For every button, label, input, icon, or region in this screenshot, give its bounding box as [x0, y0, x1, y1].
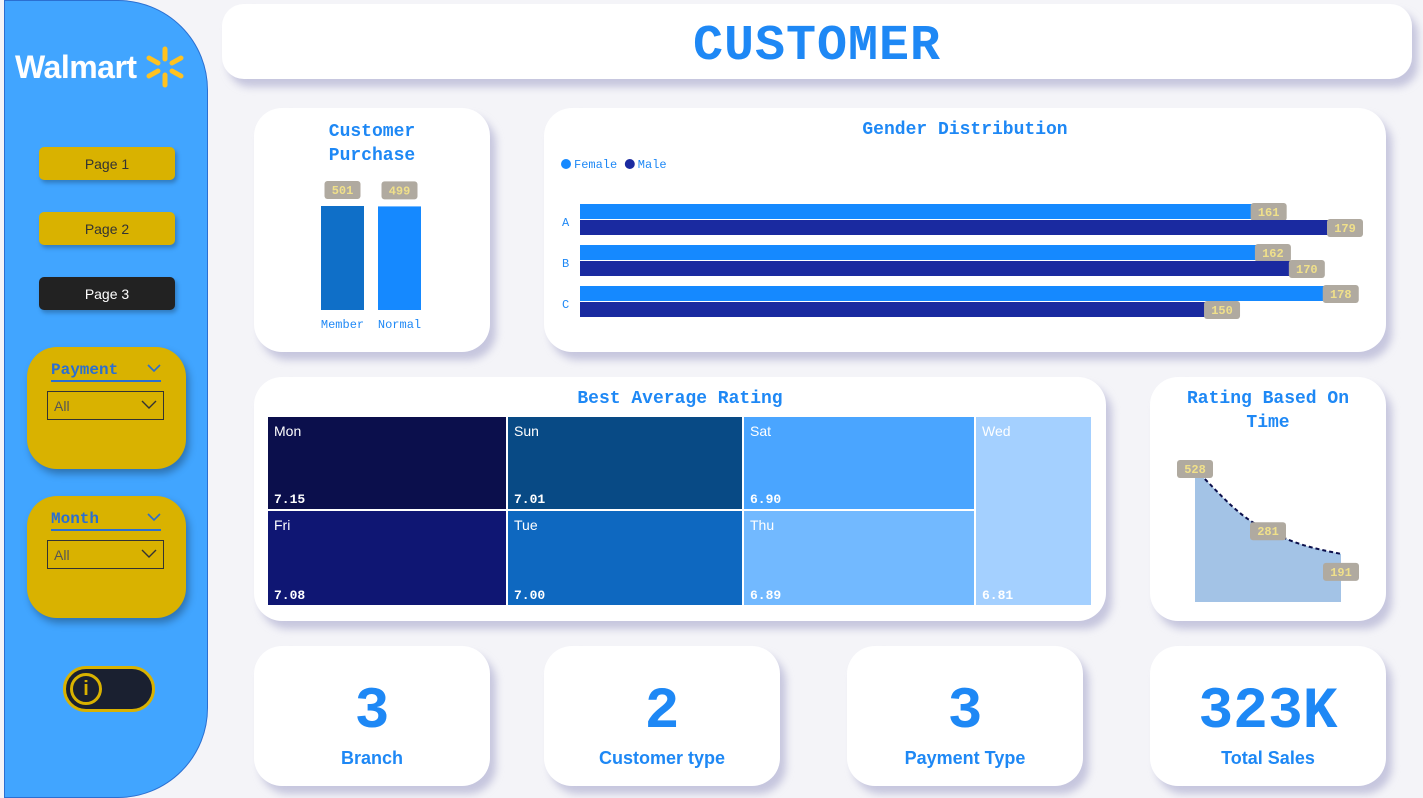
walmart-logo: Walmart	[15, 45, 187, 89]
tile-value-mon: 7.15	[274, 492, 306, 507]
data-label-normal: 499	[389, 184, 411, 198]
tile-value-sun: 7.01	[514, 492, 546, 507]
kpi-payment-type-card: 3 Payment Type	[847, 646, 1083, 786]
tile-sat: Sat 6.90	[744, 417, 974, 509]
kpi-total-sales-value: 323K	[1198, 680, 1338, 745]
customer-purchase-chart: 501 Member 499 Normal	[321, 181, 421, 332]
kpi-payment-type-label: Payment Type	[904, 748, 1026, 768]
tile-sun: Sun 7.01	[508, 417, 742, 509]
best-average-rating-card: Best Average Rating Mon 7.15 Sun 7.01 Sat 6.9…	[254, 377, 1106, 621]
month-slicer: Month All	[27, 496, 186, 618]
tile-name-wed: Wed	[982, 423, 1011, 439]
kpi-branch-value: 3	[354, 680, 390, 745]
bar-normal	[378, 206, 421, 310]
tile-tue: Tue 7.00	[508, 511, 742, 605]
kpi-customer-type-value: 2	[644, 680, 680, 745]
kpi-total-sales-label: Total Sales	[1221, 748, 1315, 768]
page-3-button[interactable]: Page 3	[39, 277, 175, 310]
payment-dropdown[interactable]: All	[47, 391, 164, 420]
data-label-member: 501	[332, 184, 354, 198]
bar-member	[321, 206, 364, 310]
rating-time-chart: 528 281 191	[1177, 460, 1359, 602]
tile-name-tue: Tue	[514, 517, 538, 533]
spark-icon	[146, 46, 184, 88]
payment-slicer: Payment All	[27, 347, 186, 469]
data-label-a-male: 179	[1334, 222, 1356, 236]
tile-name-mon: Mon	[274, 423, 302, 439]
data-label-0: 528	[1184, 463, 1206, 477]
data-label-2: 191	[1330, 566, 1352, 580]
chevron-down-icon[interactable]	[147, 363, 161, 373]
legend-female: Female	[574, 158, 617, 172]
page-title: CUSTOMER	[692, 18, 942, 75]
data-label-b-male: 170	[1296, 263, 1318, 277]
data-label-c-male: 150	[1211, 304, 1233, 318]
kpi-customer-type-label: Customer type	[598, 748, 726, 768]
tick-label-normal: Normal	[378, 318, 421, 332]
data-label-c-female: 178	[1330, 288, 1352, 302]
gender-distribution-card: Gender Distribution Female Male A 161 179 B 16…	[544, 108, 1386, 352]
tick-label-a: A	[562, 216, 570, 230]
month-dropdown[interactable]: All	[47, 540, 164, 569]
payment-slicer-header[interactable]: Payment	[51, 361, 161, 382]
tile-thu: Thu 6.89	[744, 511, 974, 605]
legend-male: Male	[638, 158, 667, 172]
tile-mon: Mon 7.15	[268, 417, 506, 509]
tile-wed: Wed 6.81	[976, 417, 1091, 605]
kpi-branch-label: Branch	[340, 748, 403, 768]
payment-dropdown-value: All	[54, 398, 70, 414]
tile-value-thu: 6.89	[750, 588, 782, 603]
month-dropdown-value: All	[54, 547, 70, 563]
gender-distribution-chart: Female Male A 161 179 B 162 170 C 178 150	[561, 158, 1363, 319]
chevron-down-icon	[141, 400, 157, 409]
bar-a-male	[580, 220, 1339, 235]
tile-name-sat: Sat	[750, 423, 772, 439]
page-1-button[interactable]: Page 1	[39, 147, 175, 180]
best-average-rating-title: Best Average Rating	[577, 389, 783, 409]
legend-dot-female	[561, 159, 571, 169]
kpi-branch-card: 3 Branch	[254, 646, 490, 786]
tile-fri: Fri 7.08	[268, 511, 506, 605]
bar-c-female	[580, 286, 1335, 301]
tick-label-b: B	[562, 257, 569, 271]
info-toggle[interactable]: i	[63, 666, 155, 712]
data-label-b-female: 162	[1262, 247, 1284, 261]
logo-text: Walmart	[15, 48, 137, 85]
kpi-total-sales-card: 323K Total Sales	[1150, 646, 1386, 786]
info-icon: i	[70, 673, 102, 705]
tile-name-sun: Sun	[514, 423, 539, 439]
tick-label-c: C	[562, 298, 569, 312]
payment-slicer-title: Payment	[51, 361, 119, 379]
tile-value-tue: 7.00	[514, 588, 546, 603]
bar-c-male	[580, 302, 1217, 317]
chevron-down-icon[interactable]	[147, 512, 161, 522]
bar-b-female	[580, 245, 1267, 260]
header-card: CUSTOMER	[222, 4, 1412, 79]
page-2-button[interactable]: Page 2	[39, 212, 175, 245]
bar-b-male	[580, 261, 1301, 276]
rating-based-on-time-card: Rating Based On Time 528 281 191	[1150, 377, 1386, 621]
tile-value-wed: 6.81	[982, 588, 1014, 603]
kpi-payment-type-value: 3	[947, 680, 983, 745]
tile-name-thu: Thu	[750, 517, 775, 533]
chevron-down-icon	[141, 549, 157, 558]
data-label-a-female: 161	[1258, 206, 1280, 220]
month-slicer-title: Month	[51, 510, 100, 528]
legend-dot-male	[624, 159, 635, 169]
rating-treemap: Mon 7.15 Sun 7.01 Sat 6.90 Wed 6.81 Fri 7.08 Tue 7.…	[268, 417, 1091, 605]
tick-label-member: Member	[321, 318, 364, 332]
sidebar: Walmart Page 1 Page 2 Page 3 Payment All…	[4, 0, 208, 798]
tile-value-sat: 6.90	[750, 492, 782, 507]
data-label-1: 281	[1257, 525, 1279, 539]
customer-purchase-card: Customer Purchase 501 Member 499 Normal	[254, 108, 490, 352]
tile-value-fri: 7.08	[274, 588, 306, 603]
kpi-customer-type-card: 2 Customer type	[544, 646, 780, 786]
month-slicer-header[interactable]: Month	[51, 510, 161, 531]
bar-a-female	[580, 204, 1263, 219]
tile-name-fri: Fri	[274, 517, 291, 533]
